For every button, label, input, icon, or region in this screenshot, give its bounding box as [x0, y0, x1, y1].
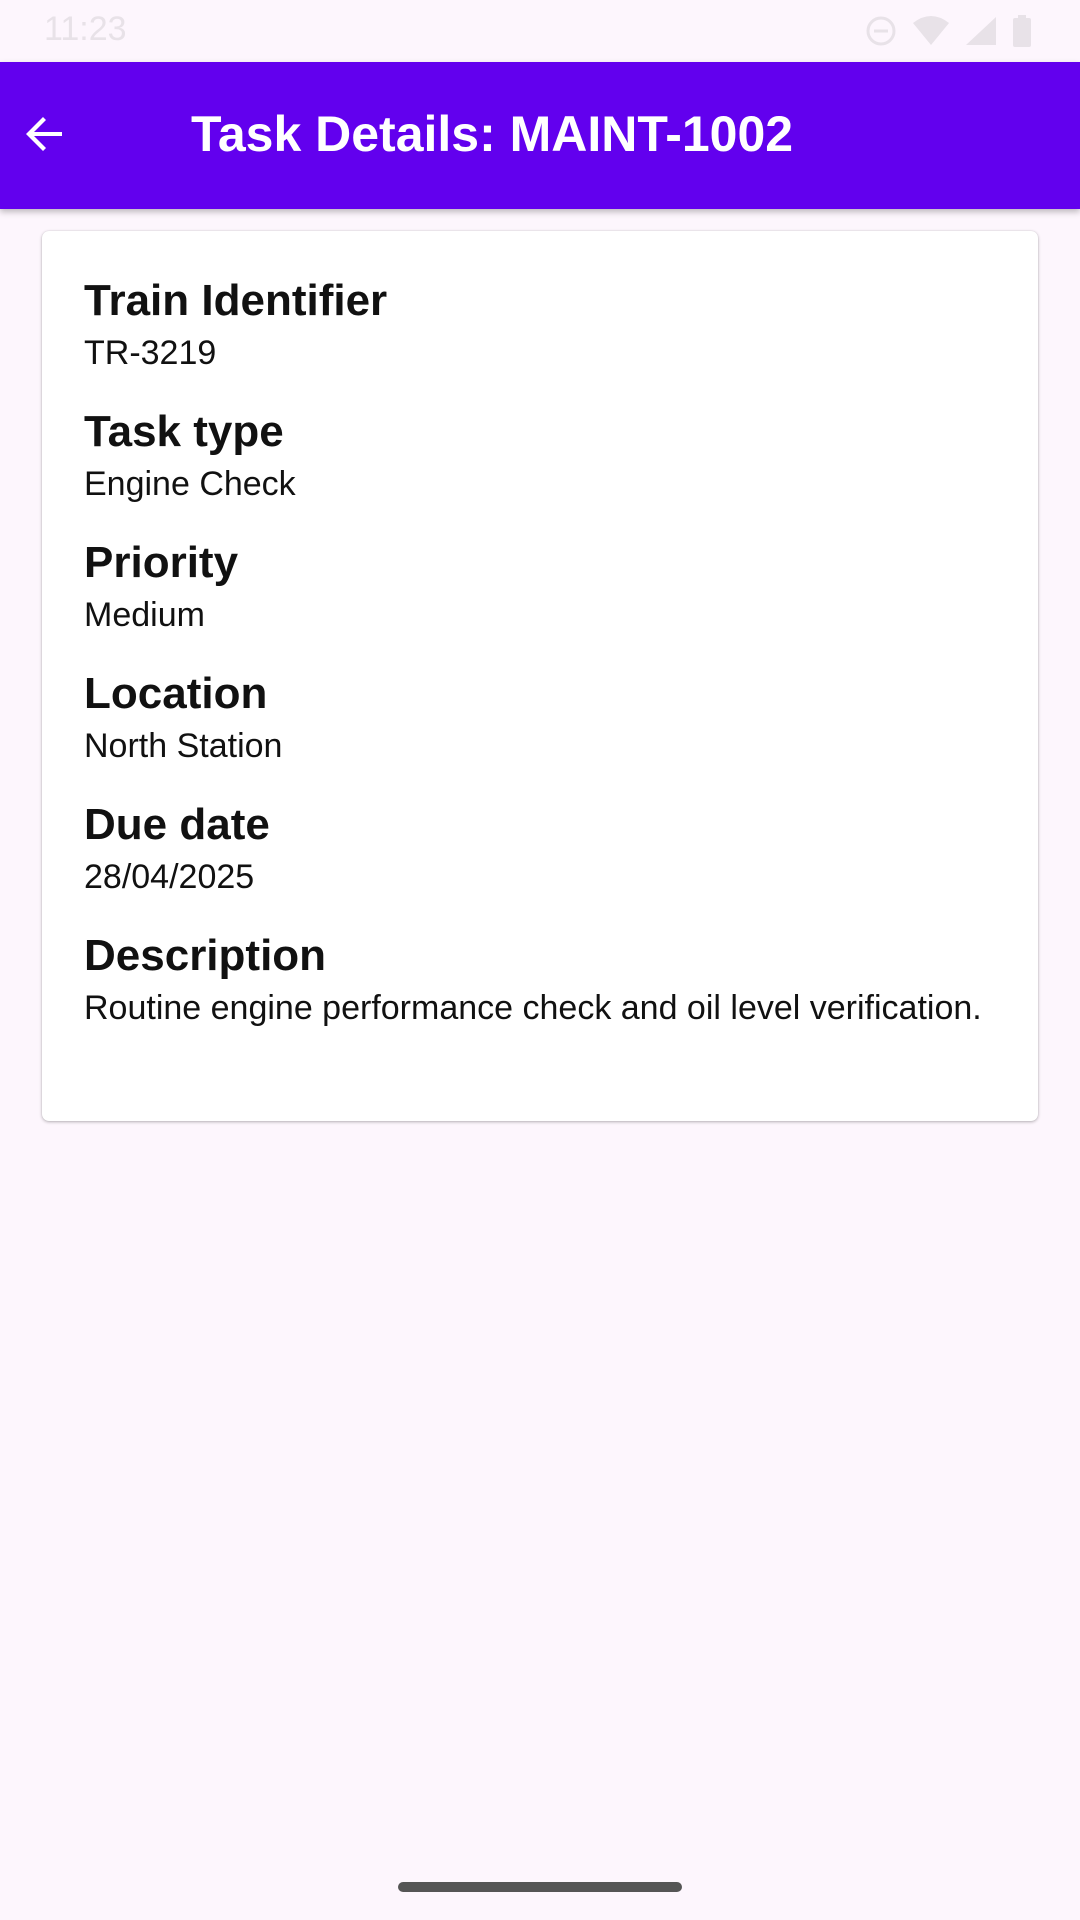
priority-field: Priority Medium — [84, 535, 996, 646]
arrow-back-icon — [20, 110, 68, 163]
app-bar: Task Details: MAINT-1002 — [0, 62, 1080, 209]
description-value: Routine engine performance check and oil… — [84, 989, 982, 1027]
status-bar: 11:23 — [0, 0, 1080, 62]
page-title: Task Details: MAINT-1002 — [191, 106, 794, 162]
wifi-icon — [912, 15, 950, 47]
task-type-field: Task type Engine Check — [84, 404, 996, 515]
do-not-disturb-icon — [864, 14, 898, 48]
battery-icon — [1012, 15, 1032, 47]
description-field: Description Routine engine performance c… — [84, 928, 996, 1029]
location-value: North Station — [84, 727, 283, 765]
back-button[interactable] — [10, 102, 78, 170]
train-identifier-value: TR-3219 — [84, 334, 217, 372]
location-field: Location North Station — [84, 666, 996, 777]
status-time: 11:23 — [44, 10, 127, 48]
due-date-value: 28/04/2025 — [84, 858, 255, 896]
signal-icon — [964, 15, 998, 47]
train-identifier-label: Train Identifier — [84, 276, 388, 325]
location-label: Location — [84, 669, 268, 718]
priority-label: Priority — [84, 538, 239, 587]
task-type-value: Engine Check — [84, 465, 296, 503]
home-indicator[interactable] — [398, 1882, 682, 1892]
priority-value: Medium — [84, 596, 205, 634]
due-date-label: Due date — [84, 800, 270, 849]
status-icons — [864, 14, 1032, 48]
due-date-field: Due date 28/04/2025 — [84, 797, 996, 908]
train-identifier-field: Train Identifier TR-3219 — [84, 273, 996, 384]
task-type-label: Task type — [84, 407, 284, 456]
description-label: Description — [84, 931, 327, 980]
task-details-card: Train Identifier TR-3219 Task type Engin… — [42, 231, 1038, 1121]
